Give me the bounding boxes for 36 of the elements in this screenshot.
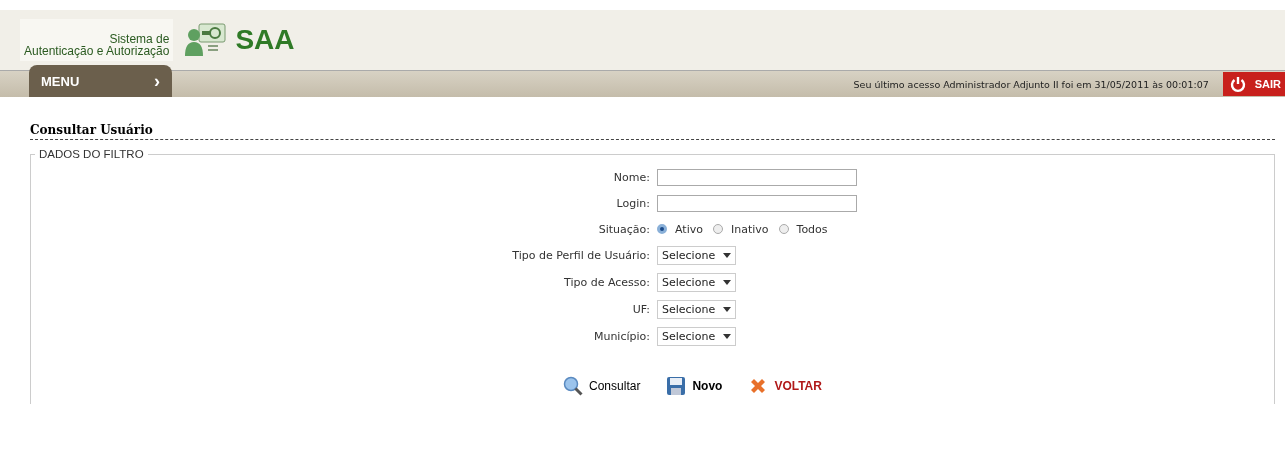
power-icon xyxy=(1228,75,1247,93)
text-field[interactable] xyxy=(657,168,857,186)
menu-button[interactable]: MENU › xyxy=(29,65,172,97)
system-name: Autenticação e Autorização xyxy=(24,45,170,57)
search-icon xyxy=(563,376,584,396)
select-dropdown[interactable]: Selecione xyxy=(657,246,737,265)
caret-icon xyxy=(723,334,732,339)
page-title: Consultar Usuário xyxy=(30,123,1275,140)
field-label: Tipo de Acesso: xyxy=(563,276,650,289)
caret-icon xyxy=(723,253,732,258)
system-name: Sistema de xyxy=(109,33,170,45)
logout-button[interactable]: SAIR xyxy=(1222,72,1285,96)
text-field[interactable] xyxy=(657,194,857,212)
field-label: Tipo de Perfil de Usuário: xyxy=(511,249,650,262)
radio-button[interactable] xyxy=(657,224,667,234)
caret-icon xyxy=(723,307,732,312)
last-access-text: Seu último acesso Administrador Adjunto II foi em 31/05/2011 às 00:01:07 xyxy=(853,78,1209,90)
radio-label: Todos xyxy=(796,222,828,236)
search-button[interactable]: Consultar xyxy=(563,376,641,396)
caret-icon xyxy=(723,280,732,285)
radio-label: Inativo xyxy=(730,222,769,236)
field-label: Situação: xyxy=(597,222,650,236)
field-label: Município: xyxy=(592,330,650,343)
back-button[interactable]: VOLTAR xyxy=(748,376,822,396)
field-label: Login: xyxy=(615,196,650,210)
select-dropdown[interactable]: Selecione xyxy=(657,273,737,292)
radio-label: Ativo xyxy=(675,222,703,236)
logo-text: SAA xyxy=(235,24,295,56)
save-button[interactable]: Novo xyxy=(666,376,723,396)
field-label: UF: xyxy=(631,303,650,316)
select-dropdown[interactable]: Selecione xyxy=(657,327,737,346)
select-dropdown[interactable]: Selecione xyxy=(657,300,737,319)
filter-legend: DADOS DO FILTRO xyxy=(35,148,148,160)
radio-button[interactable] xyxy=(778,224,789,234)
field-label: Nome: xyxy=(612,170,650,184)
radio-button[interactable] xyxy=(712,224,723,234)
